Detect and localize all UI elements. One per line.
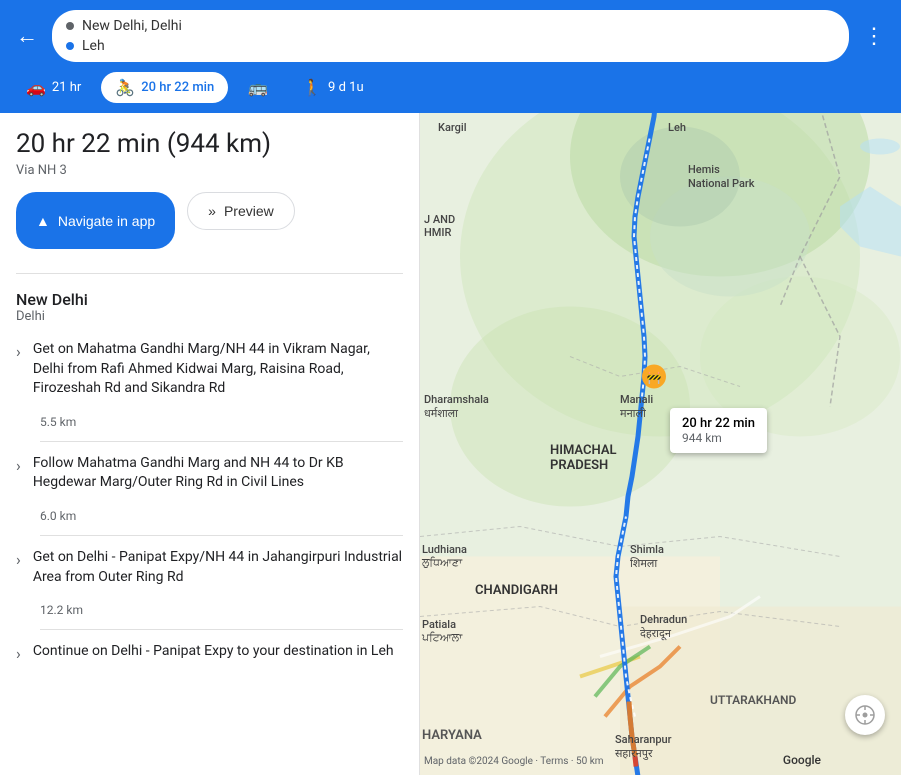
preview-icon: »	[208, 203, 216, 219]
route-info-duration: 20 hr 22 min	[682, 416, 755, 431]
bike-icon: 🚴	[115, 78, 135, 97]
step-text-3: Get on Delhi - Panipat Expy/NH 44 in Jah…	[33, 548, 403, 587]
leh-label: Leh	[668, 121, 686, 134]
from-dot-icon	[66, 22, 74, 30]
preview-label: Preview	[224, 203, 274, 219]
step-text-2: Follow Mahatma Gandhi Marg and NH 44 to …	[33, 454, 403, 493]
route-info-box: 20 hr 22 min 944 km	[670, 408, 767, 453]
kargil-label: Kargil	[438, 121, 467, 134]
tab-car-label: 21 hr	[52, 80, 81, 95]
more-button[interactable]: ⋮	[859, 20, 889, 53]
route-via: Via NH 3	[16, 163, 403, 178]
route-box: New Delhi, Delhi Leh	[52, 10, 849, 62]
header: ← New Delhi, Delhi Leh ⋮	[0, 0, 901, 72]
tab-walk[interactable]: 🚶 9 d 1u	[288, 72, 377, 103]
route-summary: 20 hr 22 min (944 km) Via NH 3 ▲ Navigat…	[0, 113, 419, 273]
start-location-sub: Delhi	[16, 309, 403, 324]
step-distance-2: 6.0 km	[0, 505, 419, 535]
route-from: New Delhi, Delhi	[66, 18, 835, 34]
transport-tabs: 🚗 21 hr 🚴 20 hr 22 min 🚌 🚶 9 d 1u	[0, 72, 901, 113]
route-to: Leh	[66, 38, 835, 54]
saharanpur-label: Saharanpurसहारनपुर	[615, 733, 672, 761]
chevron-icon-2: ›	[16, 456, 21, 475]
car-icon: 🚗	[26, 78, 46, 97]
dharamshala-label: Dharamshalaधर्मशाला	[424, 393, 489, 421]
google-logo: Google	[783, 753, 821, 767]
step-item-4: › Continue on Delhi - Panipat Expy to yo…	[0, 630, 419, 675]
step-text-4: Continue on Delhi - Panipat Expy to your…	[33, 642, 403, 662]
shimla-label: Shimlaशिमला	[630, 543, 664, 571]
tab-walk-label: 9 d 1u	[328, 80, 364, 95]
action-buttons: ▲ Navigate in app » Preview	[16, 192, 403, 249]
navigate-button[interactable]: ▲ Navigate in app	[16, 192, 175, 249]
chevron-icon-1: ›	[16, 342, 21, 361]
tab-car[interactable]: 🚗 21 hr	[12, 72, 95, 103]
step-distance-1: 5.5 km	[0, 411, 419, 441]
main-content: 20 hr 22 min (944 km) Via NH 3 ▲ Navigat…	[0, 113, 901, 775]
navigate-label: Navigate in app	[58, 213, 155, 229]
bus-icon: 🚌	[248, 78, 268, 97]
map-area[interactable]: 🚧 Kargil Leh HemisNational Park J ANDHMI…	[420, 113, 901, 775]
manali-label: Manaliमनाली	[620, 393, 653, 421]
tab-transit[interactable]: 🚌	[234, 72, 282, 103]
to-label: Leh	[82, 38, 105, 54]
chevron-icon-3: ›	[16, 550, 21, 569]
to-dot-icon	[66, 42, 74, 50]
back-button[interactable]: ←	[12, 19, 42, 53]
chevron-icon-4: ›	[16, 644, 21, 663]
map-attribution: Map data ©2024 Google · Terms · 50 km	[424, 756, 604, 767]
jammu-label: J ANDHMIR	[424, 213, 455, 239]
step-text-1: Get on Mahatma Gandhi Marg/NH 44 in Vikr…	[33, 340, 403, 399]
location-header: New Delhi Delhi	[0, 274, 419, 328]
step-distance-3: 12.2 km	[0, 599, 419, 629]
hemis-label: HemisNational Park	[688, 163, 755, 192]
route-duration: 20 hr 22 min (944 km)	[16, 129, 403, 159]
svg-text:🚧: 🚧	[647, 371, 662, 385]
ludhiana-label: Ludhianaਲੁਧਿਆਣਾ	[422, 543, 467, 570]
uttarakhand-label: UTTARAKHAND	[710, 693, 796, 707]
from-label: New Delhi, Delhi	[82, 18, 182, 34]
step-item-1: › Get on Mahatma Gandhi Marg/NH 44 in Vi…	[0, 328, 419, 411]
himachal-label: HIMACHALPRADESH	[550, 443, 617, 473]
preview-button[interactable]: » Preview	[187, 192, 295, 230]
route-info-distance: 944 km	[682, 431, 755, 445]
start-location-name: New Delhi	[16, 290, 403, 309]
haryana-label: HARYANA	[422, 728, 482, 743]
dehradun-label: Dehradunदेहरादून	[640, 613, 687, 641]
walk-icon: 🚶	[302, 78, 322, 97]
tab-bike-label: 20 hr 22 min	[141, 80, 214, 95]
navigate-icon: ▲	[36, 213, 50, 229]
step-item-2: › Follow Mahatma Gandhi Marg and NH 44 t…	[0, 442, 419, 505]
left-panel: 20 hr 22 min (944 km) Via NH 3 ▲ Navigat…	[0, 113, 420, 775]
location-icon	[854, 704, 876, 726]
patiala-label: Patialaਪਟਿਆਲਾ	[422, 618, 462, 645]
tab-bike[interactable]: 🚴 20 hr 22 min	[101, 72, 228, 103]
compass-button[interactable]	[845, 695, 885, 735]
step-item-3: › Get on Delhi - Panipat Expy/NH 44 in J…	[0, 536, 419, 599]
chandigarh-label: CHANDIGARH	[475, 583, 558, 598]
